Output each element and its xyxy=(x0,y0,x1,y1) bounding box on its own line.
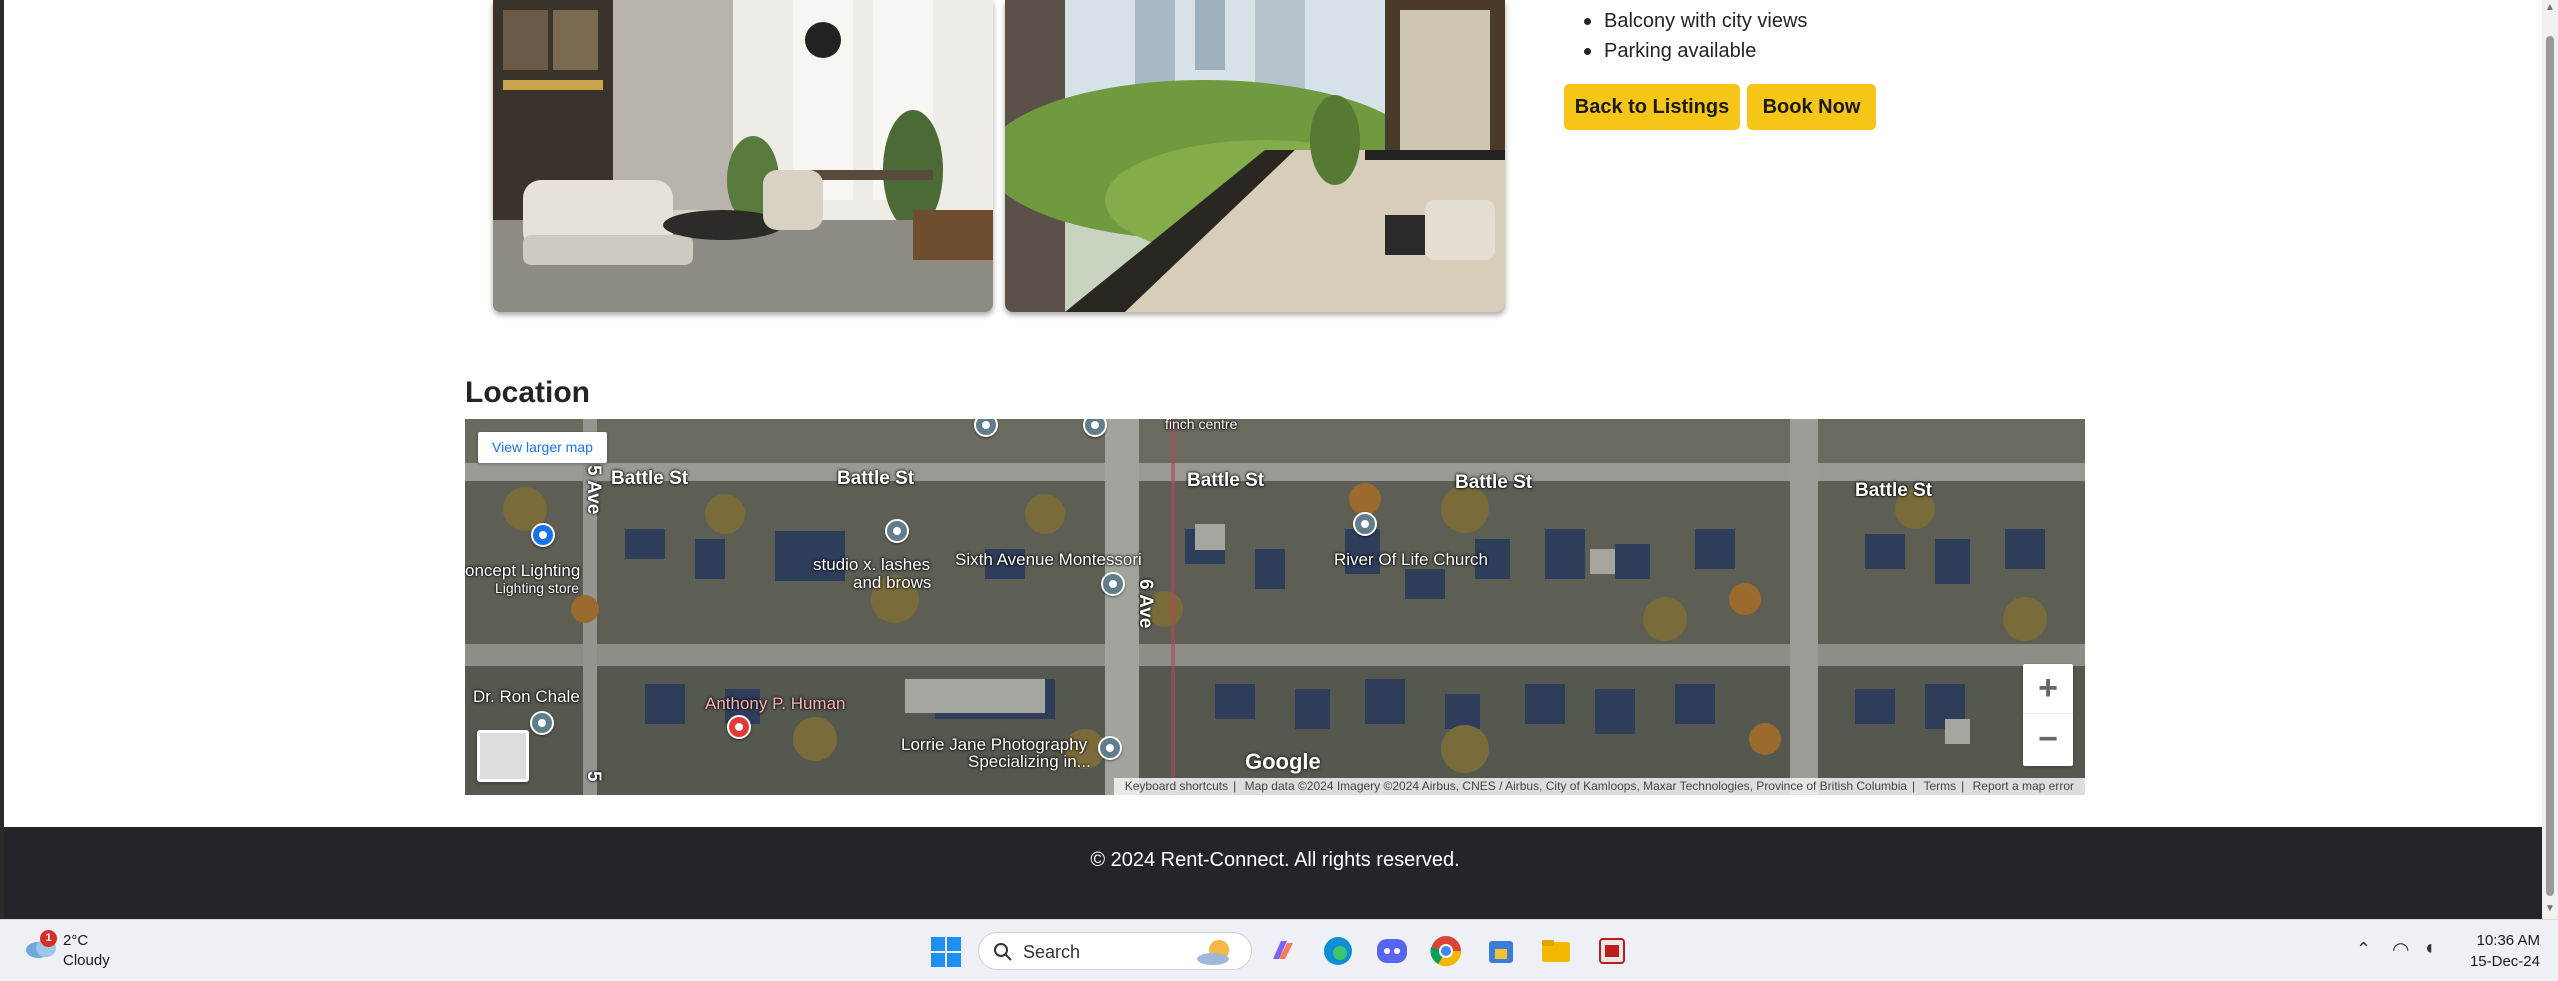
search-highlight-icon xyxy=(1197,940,1229,965)
map-label-studio-line1: studio x. lashes xyxy=(813,555,931,574)
map-label-dr-chale: Dr. Ron Chale xyxy=(473,687,580,706)
map-label-studio-line2: and brows xyxy=(853,573,932,592)
location-heading: Location xyxy=(465,376,590,409)
search-icon xyxy=(994,943,1012,961)
interior-photo[interactable] xyxy=(493,0,993,312)
amenity-item: Parking available xyxy=(1580,36,1807,66)
scrollbar-thumb[interactable] xyxy=(2546,36,2554,896)
place-pin-red[interactable] xyxy=(727,715,751,739)
page-scrollbar[interactable]: ▲ ▼ xyxy=(2542,0,2558,919)
keyboard-shortcuts-link[interactable]: Keyboard shortcuts xyxy=(1125,779,1228,793)
street-label-battle: Battle St xyxy=(611,468,689,489)
place-pin[interactable] xyxy=(885,519,909,543)
street-label-battle: Battle St xyxy=(1455,472,1533,493)
clock-time[interactable]: 10:36 AM xyxy=(2477,932,2540,949)
map-label-lighting-store: Lighting store xyxy=(495,580,580,596)
footer-copyright: © 2024 Rent-Connect. All rights reserved… xyxy=(1090,849,1460,871)
street-label-battle: Battle St xyxy=(1855,480,1933,501)
amenity-item: Balcony with city views xyxy=(1580,6,1807,36)
street-label-5: 5 xyxy=(583,771,604,782)
search-label: Search xyxy=(1023,942,1081,962)
terms-link[interactable]: Terms xyxy=(1924,779,1957,793)
map-label-lorrie-line2: Specializing in... xyxy=(968,752,1091,771)
place-pin[interactable] xyxy=(1101,572,1125,596)
copilot-icon[interactable] xyxy=(1265,933,1301,969)
place-pin[interactable] xyxy=(1098,736,1122,760)
scroll-down-icon[interactable]: ▼ xyxy=(2544,903,2556,915)
tray-overflow-icon[interactable]: ⌃ xyxy=(2356,939,2371,960)
map-label-river-of-life: River Of Life Church xyxy=(1334,550,1488,569)
street-label-battle: Battle St xyxy=(1187,470,1265,491)
edge-icon[interactable] xyxy=(1320,933,1356,969)
taskbar: 1 2°C Cloudy Search ⌃ ◠ ◖ 10:36 AM 15-De… xyxy=(0,919,2558,981)
report-map-error-link[interactable]: Report a map error xyxy=(1973,779,2074,793)
map-label-finch: finch centre xyxy=(1165,419,1238,432)
weather-temperature: 2°C xyxy=(63,932,89,949)
street-label-battle: Battle St xyxy=(837,468,915,489)
weather-badge: 1 xyxy=(40,930,57,947)
volume-icon[interactable]: ◖ xyxy=(2423,937,2435,960)
page-footer: © 2024 Rent-Connect. All rights reserved… xyxy=(4,827,2546,919)
map-attribution: Keyboard shortcuts | Map data ©2024 Image… xyxy=(1113,778,2085,795)
amenities-list: Balcony with city views Parking availabl… xyxy=(1580,6,1807,66)
map-label-anthony: Anthony P. Human xyxy=(705,694,846,713)
clock-date[interactable]: 15-Dec-24 xyxy=(2470,953,2540,970)
google-logo: Google xyxy=(1245,749,1321,774)
scroll-up-icon[interactable]: ▲ xyxy=(2544,2,2556,14)
file-explorer-icon[interactable] xyxy=(1538,933,1574,969)
map-zoom-controls: + − xyxy=(2023,664,2073,766)
vpn-lock-icon[interactable] xyxy=(1483,933,1519,969)
zoom-out-button[interactable]: − xyxy=(2023,715,2073,765)
weather-condition: Cloudy xyxy=(63,952,110,969)
zoom-in-button[interactable]: + xyxy=(2023,664,2073,714)
browser-viewport: Balcony with city views Parking availabl… xyxy=(0,0,2558,919)
map-label-montessori: Sixth Avenue Montessori xyxy=(955,550,1142,569)
church-pin[interactable] xyxy=(1353,512,1377,536)
book-now-button[interactable]: Book Now xyxy=(1747,84,1876,130)
street-label-6-ave: 6 Ave xyxy=(1135,579,1156,629)
windows-start-icon[interactable] xyxy=(930,936,962,968)
back-to-listings-button[interactable]: Back to Listings xyxy=(1564,84,1740,130)
location-map[interactable]: finch centre Battle St Battle St Battle … xyxy=(465,419,2085,795)
chrome-icon[interactable] xyxy=(1428,933,1464,969)
discord-icon[interactable] xyxy=(1374,933,1410,969)
place-pin[interactable] xyxy=(530,711,554,735)
map-data-text: Map data ©2024 Imagery ©2024 Airbus, CNE… xyxy=(1244,779,1908,793)
taskbar-search[interactable]: Search xyxy=(978,932,1252,970)
street-label-5-ave: 5 Ave xyxy=(583,465,604,515)
snipping-tool-icon[interactable] xyxy=(1594,933,1630,969)
view-larger-map-link[interactable]: View larger map xyxy=(478,432,607,463)
map-label-concept-lighting: oncept Lighting xyxy=(465,561,581,580)
balcony-photo[interactable] xyxy=(1005,0,1505,312)
wifi-icon[interactable]: ◠ xyxy=(2392,937,2409,962)
store-pin[interactable] xyxy=(531,523,555,547)
map-layer-toggle[interactable] xyxy=(477,730,529,782)
